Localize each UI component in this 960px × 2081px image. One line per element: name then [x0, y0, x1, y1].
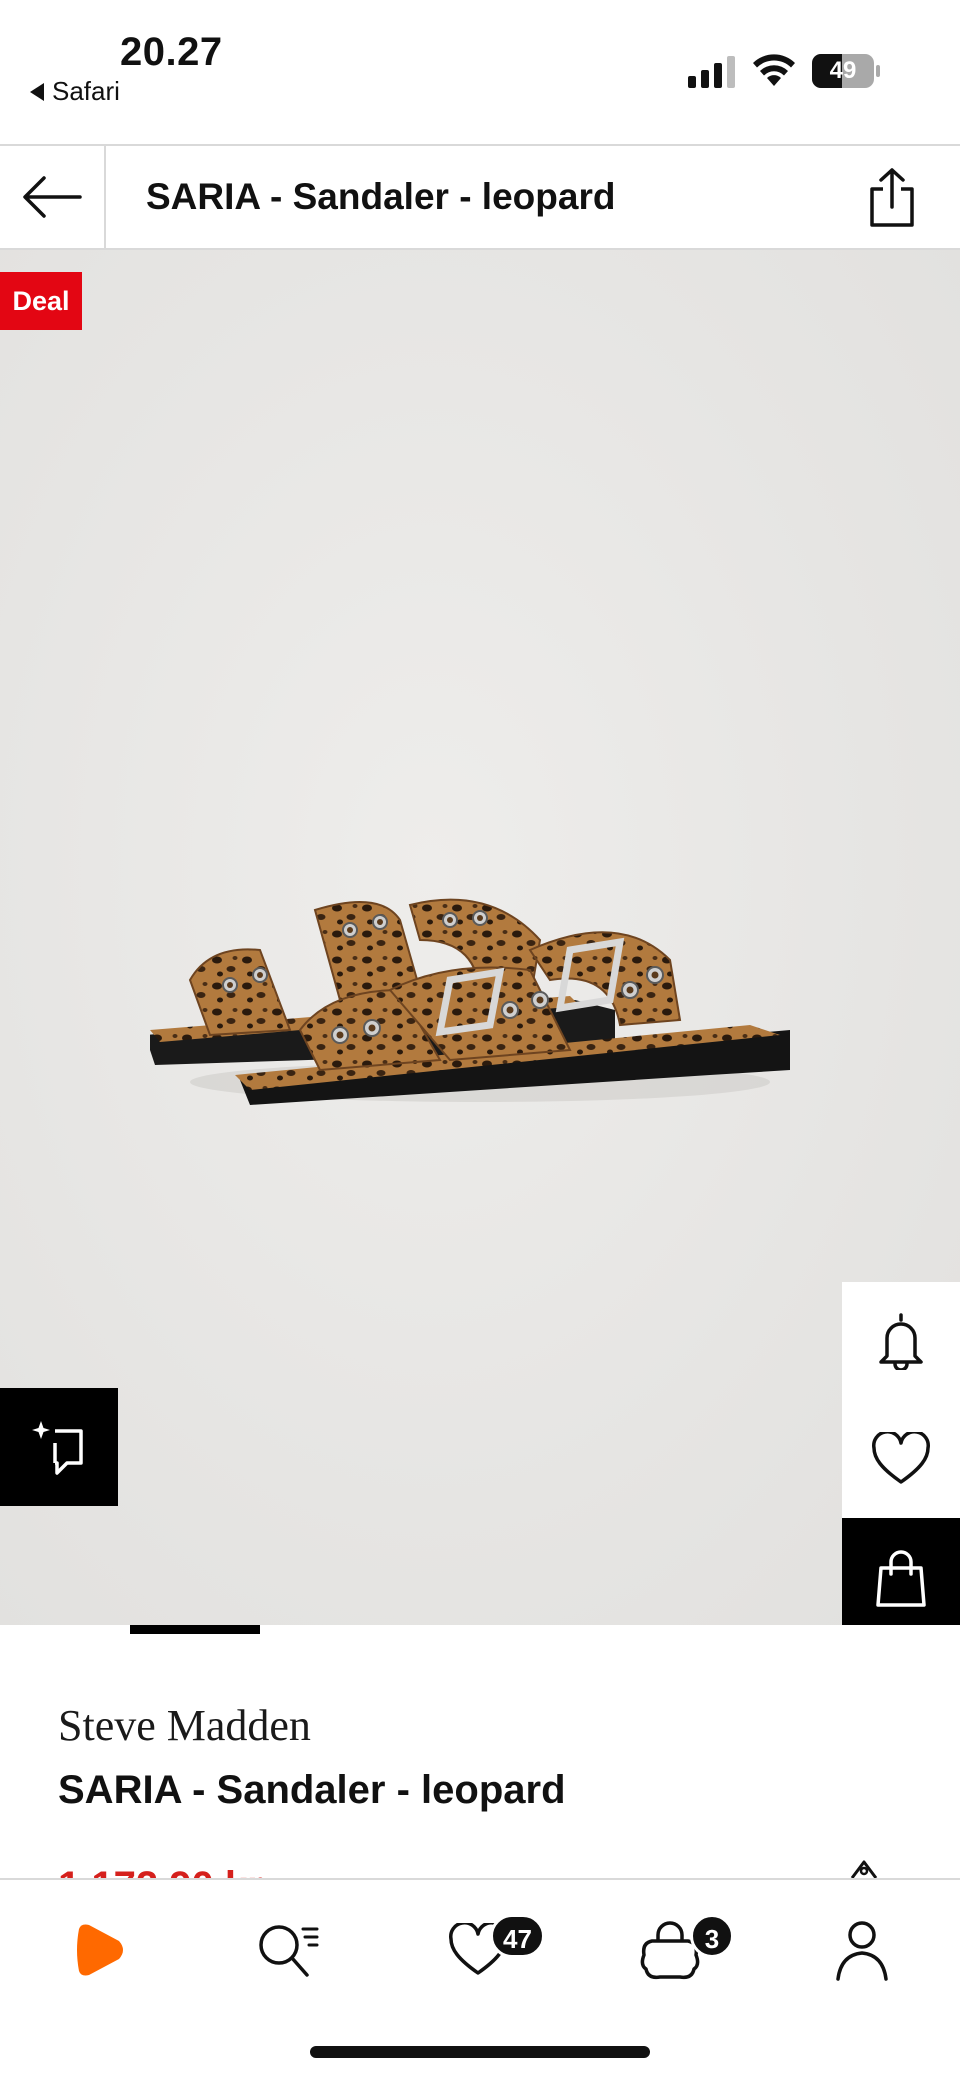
battery-icon: 49: [812, 54, 880, 88]
add-to-cart-button[interactable]: [842, 1518, 960, 1625]
price-text: 1 172,90 kr: [58, 1866, 958, 1878]
share-icon: [870, 168, 914, 227]
bell-icon: [879, 1313, 923, 1370]
tab-cart[interactable]: 3: [620, 1910, 734, 1990]
back-app-label: Safari: [52, 76, 120, 106]
wishlist-button[interactable]: [842, 1400, 960, 1518]
price-partial: 1 172,90 kr: [58, 1862, 958, 1878]
tab-home[interactable]: [48, 1910, 148, 1990]
tab-wishlist[interactable]: 47: [428, 1910, 545, 1990]
deal-badge: Deal: [0, 272, 82, 330]
brand-name[interactable]: Steve Madden: [58, 1700, 311, 1751]
header-title: SARIA - Sandaler - leopard: [146, 176, 616, 217]
wishlist-count-badge: 47: [490, 1914, 545, 1958]
shopping-bag-icon: [876, 1550, 926, 1607]
user-icon: [836, 1921, 888, 1981]
back-to-app[interactable]: Safari: [30, 76, 120, 107]
back-triangle-icon: [30, 82, 44, 101]
status-bar: 20.27 Safari 49: [0, 0, 960, 144]
product-header: SARIA - Sandaler - leopard: [0, 144, 960, 250]
battery-level: 49: [829, 57, 857, 84]
heart-icon: [872, 1432, 930, 1484]
pager-indicator: [130, 1625, 260, 1634]
product-gallery[interactable]: Deal: [0, 250, 960, 1625]
back-button[interactable]: [0, 146, 106, 248]
home-indicator[interactable]: [310, 2046, 650, 2058]
side-actions: [842, 1282, 960, 1625]
price-tag-icon[interactable]: [844, 1858, 884, 1878]
sparkle-compare-icon: [32, 1421, 83, 1475]
notify-button[interactable]: [842, 1282, 960, 1400]
cart-count-badge: 3: [690, 1914, 734, 1958]
arrow-left-icon: [23, 176, 82, 218]
tab-search[interactable]: [238, 1910, 338, 1990]
zalando-logo-icon: [77, 1924, 123, 1976]
wifi-icon: [753, 54, 795, 86]
cellular-signal-icon: [688, 56, 735, 88]
product-name: SARIA - Sandaler - leopard: [58, 1768, 566, 1812]
product-image[interactable]: [150, 850, 800, 1120]
status-time: 20.27: [120, 30, 223, 74]
tab-account[interactable]: [812, 1910, 912, 1990]
gallery-pager: [0, 1625, 960, 1635]
share-button[interactable]: [860, 166, 924, 230]
ai-compare-button[interactable]: [0, 1388, 118, 1506]
search-icon: [259, 1925, 319, 1977]
